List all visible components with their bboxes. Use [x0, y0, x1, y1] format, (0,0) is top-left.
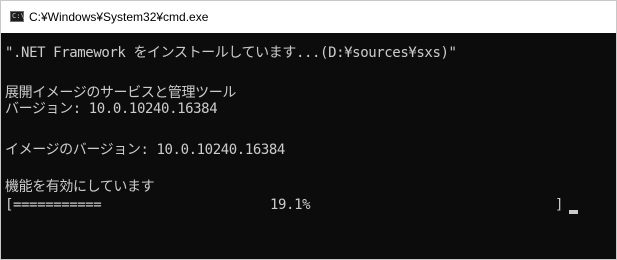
progress-bracket-open: [ — [5, 197, 14, 213]
console-line-dism-name: 展開イメージのサービスと管理ツール — [5, 85, 236, 101]
title-bar[interactable]: C:\ C:¥Windows¥System32¥cmd.exe — [1, 1, 616, 33]
console-line-enabling-feature: 機能を有効にしています — [5, 179, 155, 195]
progress-percent: 19.1% — [270, 197, 311, 213]
console-line-dism-version: バージョン: 10.0.10240.16384 — [5, 101, 218, 117]
window-title: C:¥Windows¥System32¥cmd.exe — [29, 10, 209, 24]
console-line-image-version: イメージのバージョン: 10.0.10240.16384 — [5, 142, 285, 158]
console-line-install-status: ".NET Framework をインストールしています...(D:¥sourc… — [5, 45, 457, 61]
progress-fill: =========== — [13, 197, 102, 213]
cmd-prompt-icon[interactable]: C:\ — [10, 11, 25, 22]
progress-bar: [ =========== 19.1% ] — [5, 197, 565, 214]
cmd-window: C:\ C:¥Windows¥System32¥cmd.exe ".NET Fr… — [0, 0, 617, 260]
text-cursor — [569, 210, 578, 214]
console-output[interactable]: ".NET Framework をインストールしています...(D:¥sourc… — [1, 33, 616, 259]
progress-bracket-close: ] — [555, 197, 564, 213]
